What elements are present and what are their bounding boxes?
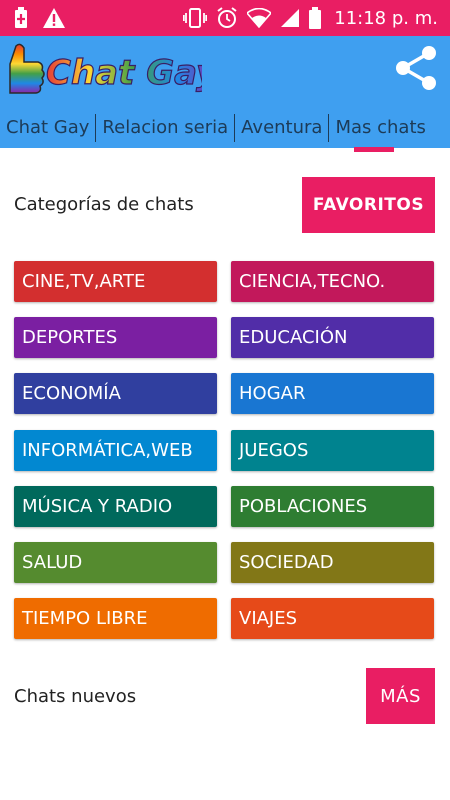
category-button[interactable]: HOGAR [231,373,434,415]
logo-text: Chat Gay [46,53,202,93]
tab-aventura[interactable]: Aventura [234,114,328,142]
favorites-button[interactable]: FAVORITOS [302,177,435,233]
categories-label: Categorías de chats [14,194,194,215]
battery-icon [309,7,322,29]
category-button[interactable]: DEPORTES [14,317,217,359]
tab-mas-chats[interactable]: Mas chats [328,114,431,152]
category-button[interactable]: SALUD [14,542,217,583]
category-button[interactable]: CINE,TV,ARTE [14,261,217,302]
category-button[interactable]: TIEMPO LIBRE [14,598,217,640]
category-button[interactable]: VIAJES [231,598,434,640]
category-button[interactable]: INFORMÁTICA,WEB [14,429,217,471]
tab-relacion-seria[interactable]: Relacion seria [95,114,234,142]
category-button[interactable]: JUEGOS [231,429,434,471]
battery-charging-icon [15,7,27,28]
category-button[interactable]: EDUCACIÓN [231,317,434,359]
tab-chat-gay[interactable]: Chat Gay [0,114,95,142]
category-button[interactable]: SOCIEDAD [231,542,434,583]
tab-bar: Chat Gay Relacion seria Aventura Mas cha… [0,108,450,152]
status-bar: 11:18 p. m. [0,0,450,36]
cell-signal-icon [281,9,300,27]
vibrate-icon [183,8,208,28]
alarm-icon [217,7,237,28]
warning-icon [43,8,65,28]
app-bar: Chat Gay Chat Gay Relacion seria Aventur… [0,36,450,152]
new-chats-label: Chats nuevos [14,686,137,707]
clock: 11:18 p. m. [334,7,438,29]
category-button[interactable]: CIENCIA,TECNO. [231,261,434,302]
category-button[interactable]: POBLACIONES [231,485,434,527]
more-button[interactable]: MÁS [366,668,435,724]
category-button[interactable]: ECONOMÍA [14,373,217,415]
category-button[interactable]: MÚSICA Y RADIO [14,485,217,527]
wifi-icon [247,8,272,28]
app-logo: Chat Gay [9,43,202,94]
main-content: Categorías de chats FAVORITOS CINE,TV,AR… [0,148,450,800]
share-icon[interactable] [392,44,440,92]
